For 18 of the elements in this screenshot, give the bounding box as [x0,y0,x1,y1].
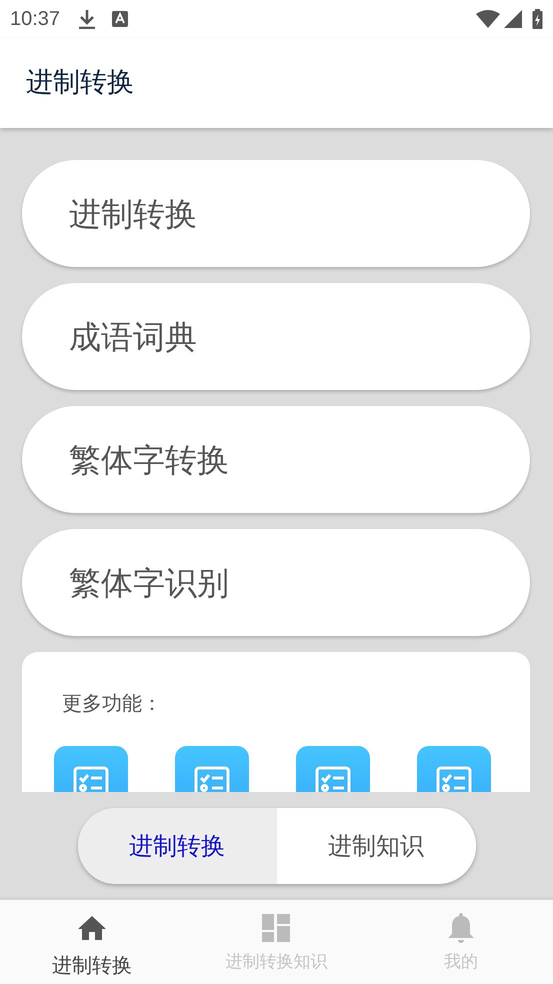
nav-tab[interactable]: 进制转换 [0,900,184,984]
segment-tab[interactable]: 进制知识 [276,808,476,884]
dashboard-icon [262,914,290,942]
status-time: 10:37 [10,7,60,32]
bell-icon [448,912,474,944]
battery-icon [532,9,543,29]
more-title: 更多功能： [62,690,163,717]
signal-icon [504,10,522,28]
menu-card[interactable]: 进制转换 [22,160,530,267]
menu-card[interactable]: 成语词典 [22,283,530,390]
menu-card[interactable]: 繁体字识别 [22,529,530,636]
app-bar-title: 进制转换 [26,66,134,100]
segment-tab[interactable]: 进制转换 [78,808,276,884]
download-icon [78,9,96,29]
keyboard-app-icon [112,11,128,27]
menu-card[interactable]: 繁体字转换 [22,406,530,513]
home-icon [77,915,108,941]
wifi-icon [476,9,500,29]
